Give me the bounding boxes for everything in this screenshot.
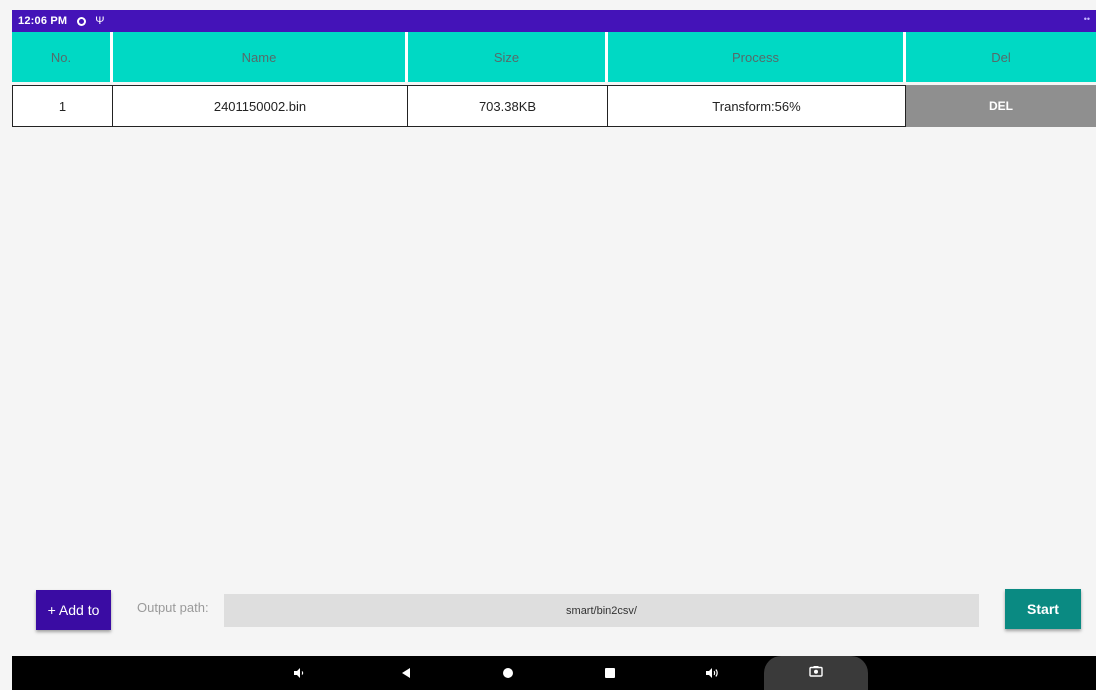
add-to-button[interactable]: + Add to [36, 590, 111, 630]
volume-down-icon[interactable] [287, 656, 311, 690]
usb-icon: Ψ [95, 14, 105, 27]
navigation-bar [12, 656, 1096, 690]
table-header-row: No. Name Size Process Del [12, 32, 1096, 82]
app-screen: 12:06 PM Ψ •• No. Name Size Process Del … [0, 0, 1096, 690]
cell-name: 2401150002.bin [113, 85, 408, 127]
screenshot-button[interactable] [764, 656, 868, 690]
header-size: Size [408, 32, 608, 82]
back-icon[interactable] [394, 656, 418, 690]
notification-icon [77, 16, 87, 26]
cell-size: 703.38KB [408, 85, 608, 127]
header-process: Process [608, 32, 906, 82]
status-indicator-icon: •• [1083, 14, 1090, 24]
status-time: 12:06 PM [18, 15, 68, 27]
header-name: Name [113, 32, 408, 82]
header-del: Del [906, 32, 1096, 82]
cell-no: 1 [12, 85, 113, 127]
output-path-label: Output path: [137, 600, 209, 615]
table-row: 1 2401150002.bin 703.38KB Transform:56% … [12, 85, 1096, 127]
cell-process: Transform:56% [608, 85, 906, 127]
status-bar: 12:06 PM Ψ •• [12, 10, 1096, 32]
header-no: No. [12, 32, 113, 82]
recents-icon[interactable] [598, 656, 622, 690]
screenshot-icon [809, 664, 823, 682]
file-table: No. Name Size Process Del 1 2401150002.b… [12, 32, 1096, 127]
home-icon[interactable] [496, 656, 520, 690]
start-button[interactable]: Start [1005, 589, 1081, 629]
delete-button[interactable]: DEL [906, 85, 1096, 127]
output-path-input[interactable] [224, 594, 979, 627]
volume-up-icon[interactable] [700, 656, 724, 690]
